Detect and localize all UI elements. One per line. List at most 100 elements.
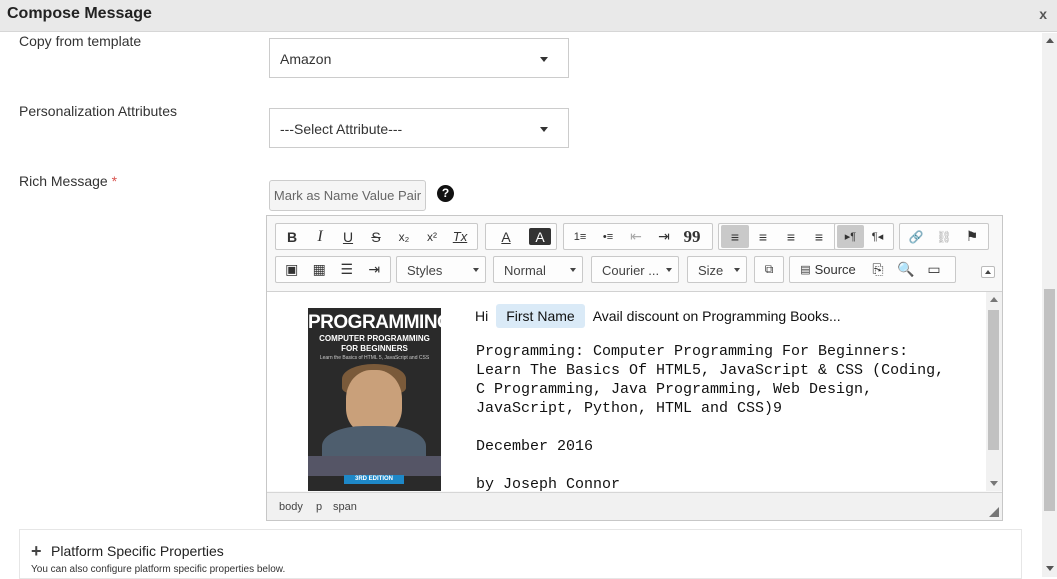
attributes-label: Personalization Attributes [19,103,177,119]
path-body[interactable]: body [279,501,303,513]
scroll-down-icon[interactable] [990,481,998,486]
editor-scrollbar[interactable] [986,292,1002,491]
horizontal-rule-icon[interactable]: ☰ [333,258,361,281]
format-dropdown[interactable]: Normal [493,256,583,283]
strikethrough-button[interactable]: S [362,225,390,248]
book-subtitle: COMPUTER PROGRAMMING FOR BEGINNERS [308,334,441,354]
book-boy-face [346,370,402,434]
lists-group: 1≡ •≡ ⇤ ⇥ 99 [563,223,713,250]
background-color-button[interactable]: A [529,228,551,245]
greeting-hi: Hi [475,308,489,324]
mark-name-value-pair-button[interactable]: Mark as Name Value Pair [269,180,426,211]
align-left-button[interactable]: ≡ [721,225,749,248]
styles-dropdown-label: Styles [407,263,443,278]
first-name-placeholder[interactable]: First Name [496,304,585,328]
book-line-4: JavaScript, Python, HTML and CSS)9 [476,400,783,417]
size-dropdown-label: Size [698,263,724,278]
image-icon[interactable]: ▣ [278,258,306,281]
document-icon[interactable]: ▭ [920,258,948,281]
format-dropdown-label: Normal [504,263,546,278]
template-label: Copy from template [19,33,142,49]
template-select[interactable]: Amazon [269,38,569,78]
subscript-button[interactable]: x₂ [390,225,418,248]
align-center-button[interactable]: ≡ [749,225,777,248]
rtl-button[interactable]: ¶◂ [864,225,891,248]
book-subtitle-line2: FOR BEGINNERS [341,344,408,353]
italic-button[interactable]: I [306,225,334,248]
book-cover-image: PROGRAMMING COMPUTER PROGRAMMING FOR BEG… [308,308,441,491]
offer-text: Avail discount on Programming Books... [592,308,841,324]
text-color-button[interactable]: A [488,225,524,248]
chevron-down-icon [734,268,740,272]
resize-handle-icon[interactable] [989,507,999,517]
help-icon[interactable]: ? [437,185,454,202]
styles-dropdown[interactable]: Styles [396,256,486,283]
book-date: December 2016 [476,438,594,455]
editor-toolbar: B I U S x₂ x² Tx A A 1≡ •≡ ⇤ ⇥ 99 ≡ ≡ ≡ … [267,216,1002,292]
book-line-1: Programming: Computer Programming For Be… [476,343,909,360]
scroll-up-icon[interactable] [990,297,998,302]
font-dropdown[interactable]: Courier ... [591,256,679,283]
align-right-button[interactable]: ≡ [777,225,805,248]
book-keyboard [308,456,441,476]
insert-group: ▣ ▦ ☰ ⇥ [275,256,391,283]
page-break-icon[interactable]: ⇥ [361,258,389,281]
editor-scrollbar-thumb[interactable] [988,310,999,450]
source-icon: ▤ [800,264,811,276]
preview-icon[interactable]: 🔍 [892,258,920,281]
anchor-flag-icon[interactable]: ⚑ [958,225,986,248]
dialog-titlebar: Compose Message x [0,0,1057,32]
table-icon[interactable]: ▦ [306,258,334,281]
scroll-down-icon[interactable] [1046,566,1054,571]
page-scrollbar[interactable] [1042,33,1057,577]
link-icon[interactable]: 🔗 [902,225,930,248]
maximize-group: ⧉ [754,256,784,283]
book-line-2: Learn The Basics Of HTML5, JavaScript & … [476,362,945,379]
remove-format-button[interactable]: Tx [446,225,474,248]
collapse-toolbar-button[interactable] [981,266,995,278]
templates-icon[interactable]: ⎘ [864,258,892,281]
source-label: Source [814,262,856,277]
platform-properties-subtitle: You can also configure platform specific… [31,564,286,575]
align-justify-button[interactable]: ≡ [805,225,833,248]
path-span[interactable]: span [333,501,357,513]
rich-message-label: Rich Message * [19,173,117,189]
unlink-icon[interactable]: ⛓ [930,225,958,248]
attribute-select[interactable]: ---Select Attribute--- [269,108,569,148]
book-subtitle-line1: COMPUTER PROGRAMMING [319,334,430,343]
required-asterisk: * [111,173,118,189]
maximize-icon[interactable]: ⧉ [757,258,781,281]
chevron-down-icon [570,268,576,272]
blockquote-button[interactable]: 99 [678,225,706,248]
bulleted-list-button[interactable]: •≡ [594,225,622,248]
editor-content[interactable]: PROGRAMMING COMPUTER PROGRAMMING FOR BEG… [267,292,1002,491]
book-edition: 3RD EDITION [344,475,404,484]
ltr-button[interactable]: ▸¶ [837,225,864,248]
platform-properties-panel[interactable]: + Platform Specific Properties You can a… [19,529,1022,579]
indent-button[interactable]: ⇥ [650,225,678,248]
book-title: PROGRAMMING [308,312,441,333]
book-tagline: Learn the Basics of HTML 5, JavaScript a… [319,355,430,361]
page-scrollbar-thumb[interactable] [1044,289,1055,511]
chevron-down-icon [473,268,479,272]
outdent-button[interactable]: ⇤ [622,225,650,248]
chevron-down-icon [666,268,672,272]
close-button[interactable]: x [1039,6,1047,22]
expand-plus-icon[interactable]: + [31,541,42,562]
path-p[interactable]: p [316,501,322,513]
source-button[interactable]: ▤ Source [792,258,864,281]
scroll-up-icon[interactable] [1046,38,1054,43]
platform-properties-title[interactable]: Platform Specific Properties [51,543,224,559]
greeting-line: Hi First Name Avail discount on Programm… [475,304,841,328]
colors-group: A A [485,223,557,250]
document-group: ▤ Source ⎘ 🔍 ▭ [789,256,956,283]
bold-button[interactable]: B [278,225,306,248]
size-dropdown[interactable]: Size [687,256,747,283]
superscript-button[interactable]: x² [418,225,446,248]
rich-text-editor: B I U S x₂ x² Tx A A 1≡ •≡ ⇤ ⇥ 99 ≡ ≡ ≡ … [266,215,1003,521]
chevron-down-icon [540,127,548,132]
basic-styles-group: B I U S x₂ x² Tx [275,223,478,250]
numbered-list-button[interactable]: 1≡ [566,225,594,248]
book-line-3: C Programming, Java Programming, Web Des… [476,381,873,398]
underline-button[interactable]: U [334,225,362,248]
